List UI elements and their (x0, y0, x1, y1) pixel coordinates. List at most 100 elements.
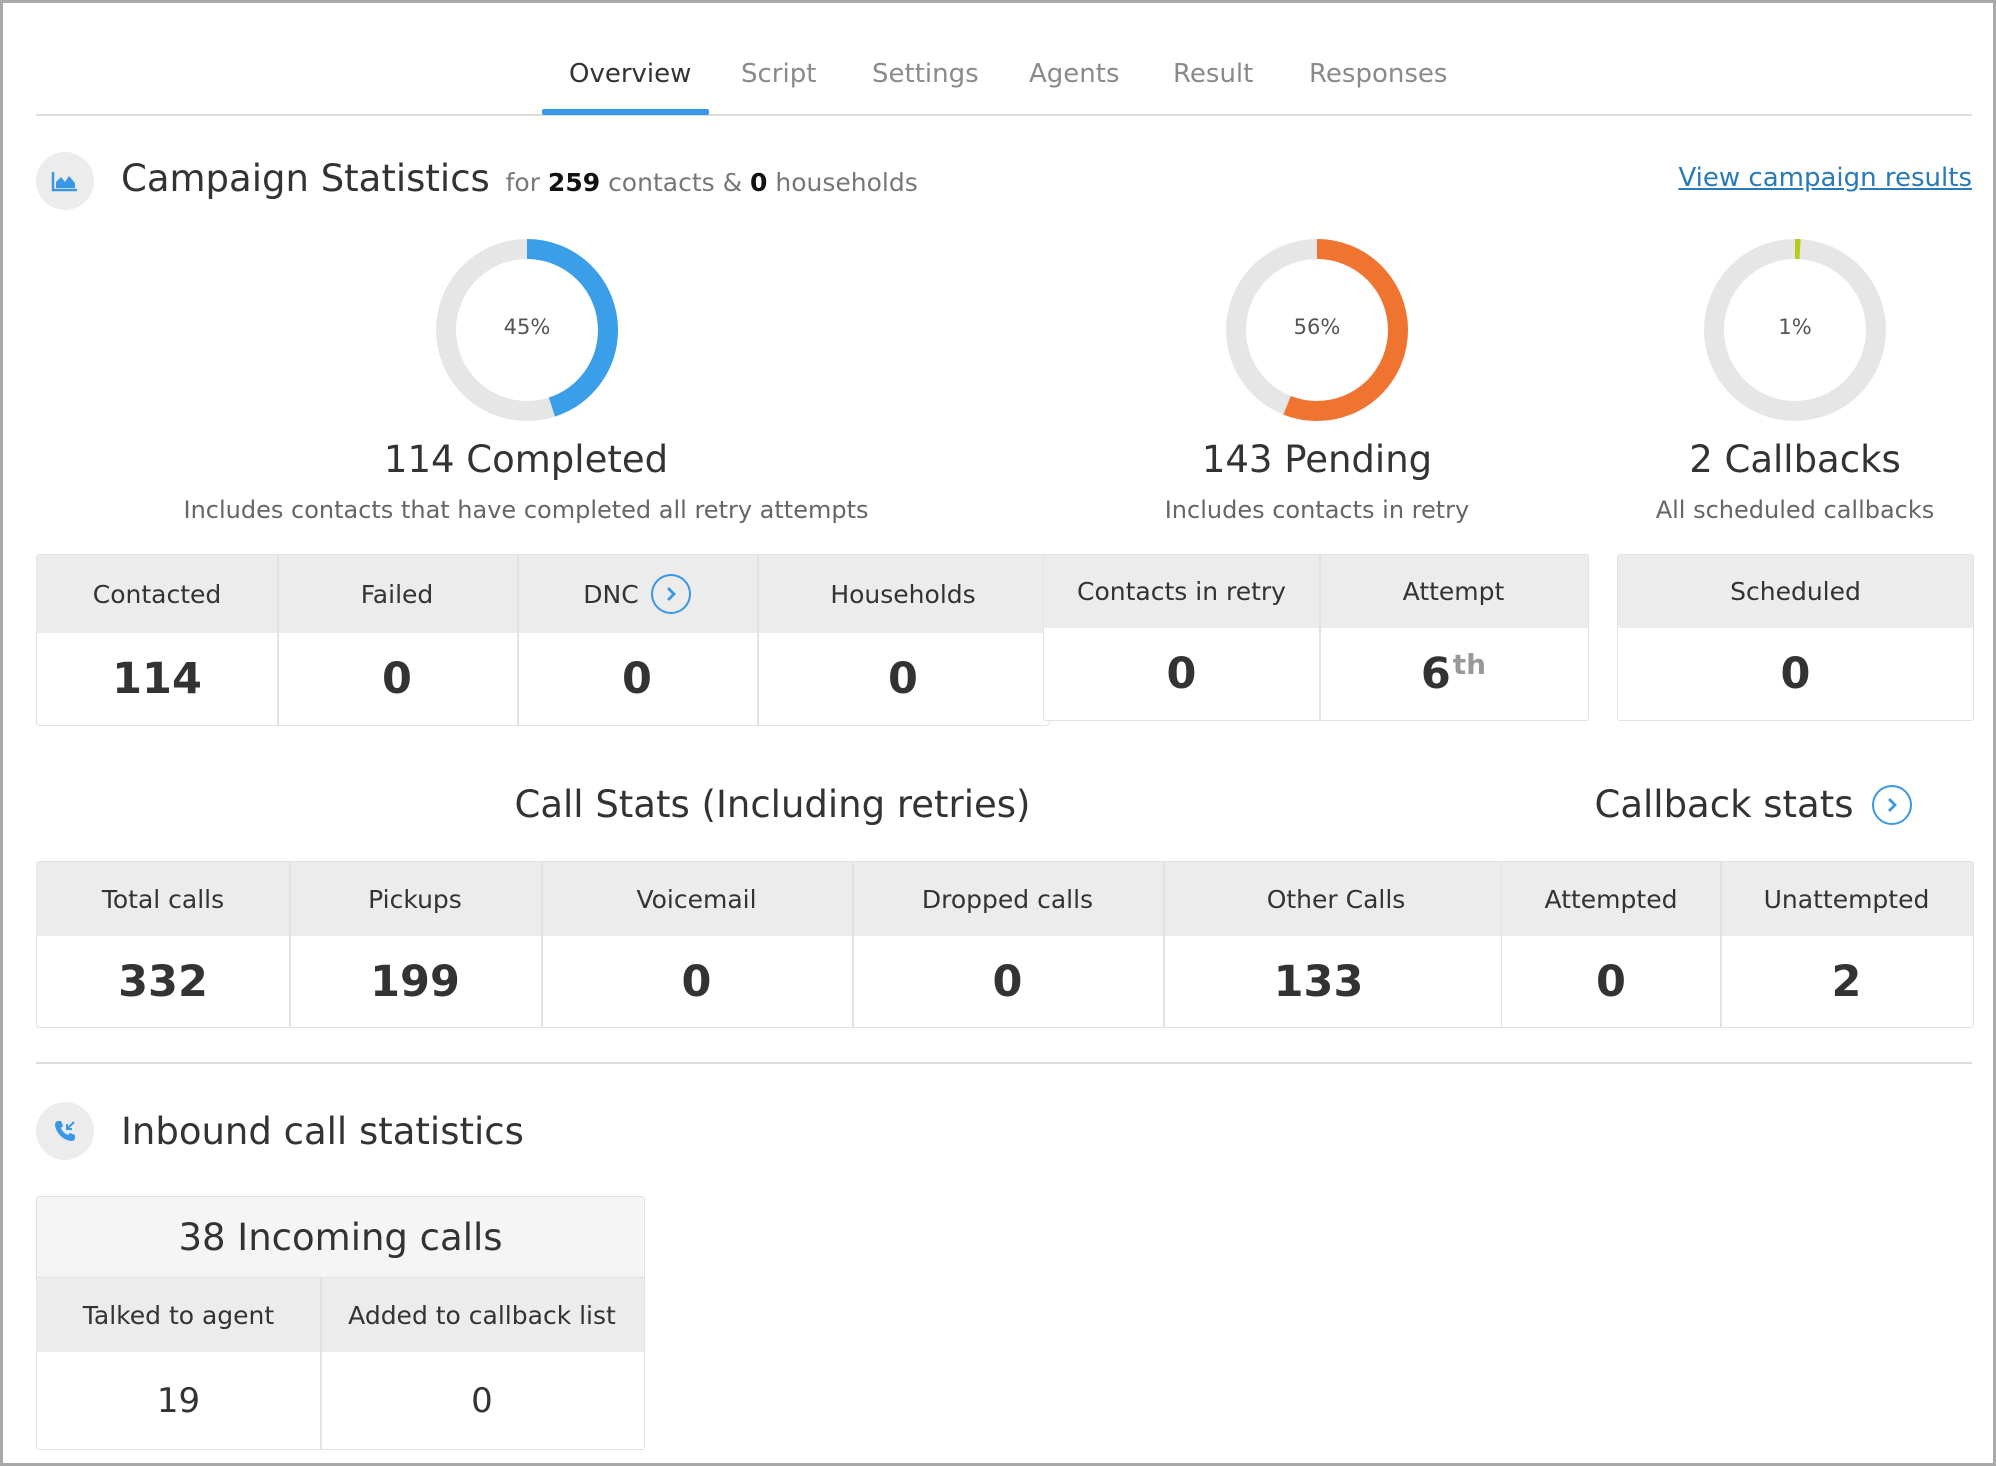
header-talked-to-agent: Talked to agent (82, 1300, 275, 1330)
header-voicemail: Voicemail (636, 884, 757, 914)
value-households: 0 (888, 654, 918, 704)
header-scheduled: Scheduled (1730, 577, 1861, 606)
header-dnc-label: DNC (583, 579, 639, 609)
column-divider (1319, 555, 1321, 720)
value-voicemail: 0 (681, 956, 712, 1007)
header-dnc: DNC (517, 555, 757, 633)
table-header-row: Talked to agent Added to callback list (37, 1278, 644, 1352)
table-header-row: Attempted Unattempted (1502, 862, 1973, 936)
page-title: Campaign Statistics (121, 157, 490, 200)
table-value-row: 0 (1618, 628, 1973, 720)
header-failed: Failed (360, 579, 434, 609)
value-dropped-calls: 0 (992, 956, 1023, 1007)
active-tab-indicator (542, 109, 709, 115)
header-contacted: Contacted (92, 579, 222, 609)
call-stats-table: Total calls Pickups Voicemail Dropped ca… (36, 861, 1510, 1028)
value-unattempted: 2 (1831, 956, 1862, 1007)
header-attempt: Attempt (1402, 577, 1505, 606)
column-divider (320, 1278, 322, 1449)
tab-script[interactable]: Script (741, 59, 816, 89)
column-divider (541, 862, 543, 1027)
households-count: 0 (750, 168, 768, 197)
table-value-row: 0 2 (1502, 936, 1973, 1027)
callbacks-description: All scheduled callbacks (1655, 496, 1935, 524)
tab-agents[interactable]: Agents (1029, 59, 1120, 89)
value-added-to-callback-list: 0 (471, 1380, 493, 1421)
table-value-row: 114 0 0 0 (37, 633, 1049, 725)
header-total-calls: Total calls (101, 884, 225, 914)
value-scheduled: 0 (1780, 649, 1811, 699)
header-added-to-callback-list: Added to callback list (348, 1300, 616, 1330)
value-contacted: 114 (112, 654, 202, 704)
campaign-overview-page: Overview Script Settings Agents Result R… (36, 3, 1974, 1463)
table-value-row: 19 0 (37, 1352, 644, 1449)
column-divider (852, 862, 854, 1027)
area-chart-icon (36, 152, 94, 210)
pending-headline: 143 Pending (1201, 438, 1433, 481)
column-divider (1720, 862, 1722, 1027)
value-total-calls: 332 (118, 956, 208, 1007)
pending-stats-table: Contacts in retry Attempt 0 6th (1043, 554, 1589, 721)
column-divider (289, 862, 291, 1027)
header-unattempted: Unattempted (1763, 884, 1930, 914)
completed-headline: 114 Completed (383, 438, 669, 481)
callback-stats-heading: Callback stats (1534, 783, 1972, 826)
chevron-right-icon[interactable] (1871, 784, 1912, 825)
column-divider (1163, 862, 1165, 1027)
tab-overview[interactable]: Overview (569, 59, 691, 89)
completed-description: Includes contacts that have completed al… (183, 496, 869, 524)
pending-description: Includes contacts in retry (1164, 496, 1470, 524)
column-divider (277, 555, 279, 725)
inbound-heading: Inbound call statistics (121, 1110, 524, 1153)
tab-bar: Overview Script Settings Agents Result R… (36, 47, 1972, 116)
table-header-row: Total calls Pickups Voicemail Dropped ca… (37, 862, 1509, 936)
value-contacts-in-retry: 0 (1166, 649, 1197, 699)
value-talked-to-agent: 19 (156, 1380, 201, 1421)
tab-result[interactable]: Result (1173, 59, 1253, 89)
value-other-calls: 133 (1273, 956, 1364, 1007)
value-pickups: 199 (370, 956, 460, 1007)
value-attempted: 0 (1596, 956, 1626, 1007)
value-failed: 0 (382, 654, 412, 704)
table-header-row: Scheduled (1618, 555, 1973, 628)
callbacks-stats-table: Scheduled 0 (1617, 554, 1974, 721)
table-header-row: Contacts in retry Attempt (1044, 555, 1588, 628)
tab-responses[interactable]: Responses (1309, 59, 1447, 89)
value-attempt: 6th (1319, 628, 1588, 720)
callbacks-headline: 2 Callbacks (1689, 438, 1901, 481)
column-divider (757, 555, 759, 725)
table-header-row: Contacted Failed DNC Households (37, 555, 1049, 633)
table-value-row: 332 199 0 0 133 (37, 936, 1509, 1027)
column-divider (517, 555, 519, 725)
call-stats-heading: Call Stats (Including retries) (514, 783, 1031, 826)
incoming-call-icon (36, 1102, 94, 1160)
sub-contacts: contacts & (608, 168, 743, 197)
callbacks-percent: 1% (1778, 315, 1812, 339)
section-divider (36, 1062, 1972, 1064)
attempt-number: 6 (1420, 649, 1451, 699)
view-campaign-results-link[interactable]: View campaign results (1678, 163, 1972, 193)
completed-percent: 45% (503, 315, 551, 339)
sub-for: for (505, 168, 540, 197)
header-other-calls: Other Calls (1266, 884, 1406, 914)
header-attempted: Attempted (1544, 884, 1678, 914)
header-contacts-in-retry: Contacts in retry (1077, 577, 1286, 606)
header-dropped-calls: Dropped calls (921, 884, 1094, 914)
header-households: Households (830, 579, 976, 609)
completed-stats-table: Contacted Failed DNC Households 114 0 0 … (36, 554, 1050, 726)
header-pickups: Pickups (368, 884, 462, 914)
table-value-row: 0 6th (1044, 628, 1588, 720)
value-dnc: 0 (622, 654, 652, 704)
pending-percent: 56% (1293, 315, 1341, 339)
campaign-statistics-heading: Campaign Statistics for 259 contacts & 0… (121, 157, 918, 200)
contacts-count: 259 (547, 168, 601, 197)
sub-households: households (775, 168, 918, 197)
incoming-calls-total: 38 Incoming calls (37, 1197, 644, 1278)
tab-settings[interactable]: Settings (872, 59, 979, 89)
inbound-stats-table: 38 Incoming calls Talked to agent Added … (36, 1196, 645, 1450)
callback-stats-label: Callback stats (1594, 783, 1854, 826)
callback-stats-table: Attempted Unattempted 0 2 (1501, 861, 1974, 1028)
chevron-right-icon[interactable] (650, 574, 691, 614)
attempt-ordinal-suffix: th (1452, 647, 1487, 681)
campaign-subtitle: for 259 contacts & 0 households (506, 168, 918, 197)
